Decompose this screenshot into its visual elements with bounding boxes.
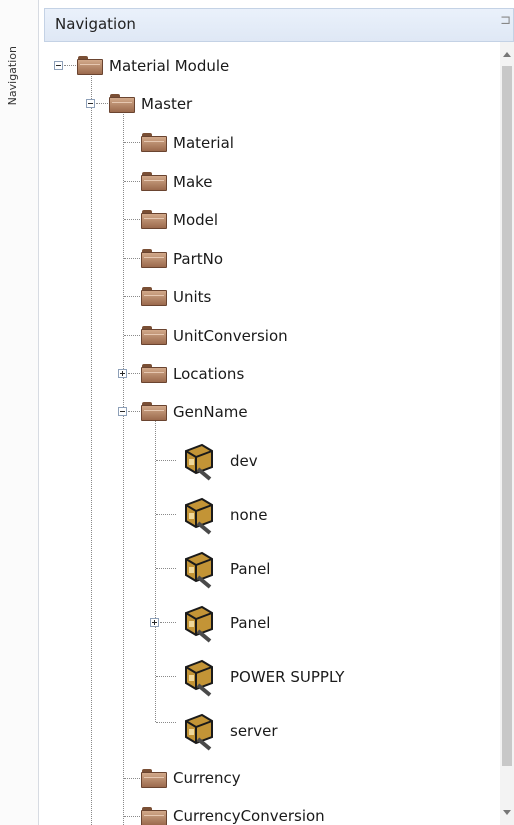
tree-node-label: none bbox=[230, 506, 268, 524]
folder-icon bbox=[109, 94, 135, 113]
generic-name-icon bbox=[185, 551, 213, 589]
folder-icon bbox=[141, 364, 167, 383]
collapsed-side-strip[interactable]: Navigation bbox=[0, 0, 39, 825]
collapse-toggle[interactable] bbox=[118, 407, 127, 416]
expand-toggle[interactable] bbox=[118, 369, 127, 378]
tree-node-label: Material bbox=[173, 134, 234, 152]
folder-icon bbox=[141, 249, 167, 268]
tree-node-label: CurrencyConversion bbox=[173, 807, 325, 825]
generic-name-icon bbox=[185, 659, 213, 697]
tree-node-label: UnitConversion bbox=[173, 327, 288, 345]
tree-node-label: dev bbox=[230, 452, 258, 470]
tree-node-label: Master bbox=[141, 95, 193, 113]
folder-icon bbox=[77, 56, 103, 75]
collapse-toggle[interactable] bbox=[86, 99, 95, 108]
tree-node-label: Currency bbox=[173, 769, 241, 787]
folder-icon bbox=[141, 326, 167, 345]
scrollbar-thumb[interactable] bbox=[502, 66, 512, 766]
folder-icon bbox=[141, 769, 167, 788]
tree-node-label: Panel bbox=[230, 560, 271, 578]
tree-node-label: Units bbox=[173, 288, 212, 306]
tree-node-label: Material Module bbox=[109, 57, 230, 75]
side-strip-label: Navigation bbox=[6, 46, 19, 106]
expand-toggle[interactable] bbox=[150, 618, 159, 627]
panel-title: Navigation bbox=[55, 15, 136, 33]
navigation-tree: Material Module Master Material Make Mod… bbox=[44, 42, 500, 825]
generic-name-icon bbox=[185, 605, 213, 643]
generic-name-icon bbox=[185, 497, 213, 535]
tree-node-label: PartNo bbox=[173, 250, 224, 268]
folder-icon bbox=[141, 287, 167, 306]
tree-node-label: GenName bbox=[173, 403, 248, 421]
tree-node-label: Panel bbox=[230, 614, 271, 632]
tree-node-label: POWER SUPPLY bbox=[230, 668, 345, 686]
tree-node-label: Model bbox=[173, 211, 219, 229]
scroll-down-arrow-icon[interactable] bbox=[503, 810, 511, 815]
tree-node-label: server bbox=[230, 722, 278, 740]
vertical-scrollbar[interactable] bbox=[500, 42, 514, 825]
collapse-toggle[interactable] bbox=[54, 61, 63, 70]
tree-node-label: Locations bbox=[173, 365, 245, 383]
scroll-up-arrow-icon[interactable] bbox=[503, 52, 511, 57]
tree-connector bbox=[91, 74, 92, 825]
folder-icon bbox=[141, 402, 167, 421]
folder-icon bbox=[141, 210, 167, 229]
tree-node-label: Make bbox=[173, 173, 213, 191]
generic-name-icon bbox=[185, 443, 213, 481]
generic-name-icon bbox=[185, 713, 213, 751]
folder-icon bbox=[141, 172, 167, 191]
folder-icon bbox=[141, 807, 167, 825]
navigation-panel-header: Navigation ⊐ bbox=[44, 8, 514, 42]
pin-icon[interactable]: ⊐ bbox=[500, 13, 511, 28]
folder-icon bbox=[141, 133, 167, 152]
